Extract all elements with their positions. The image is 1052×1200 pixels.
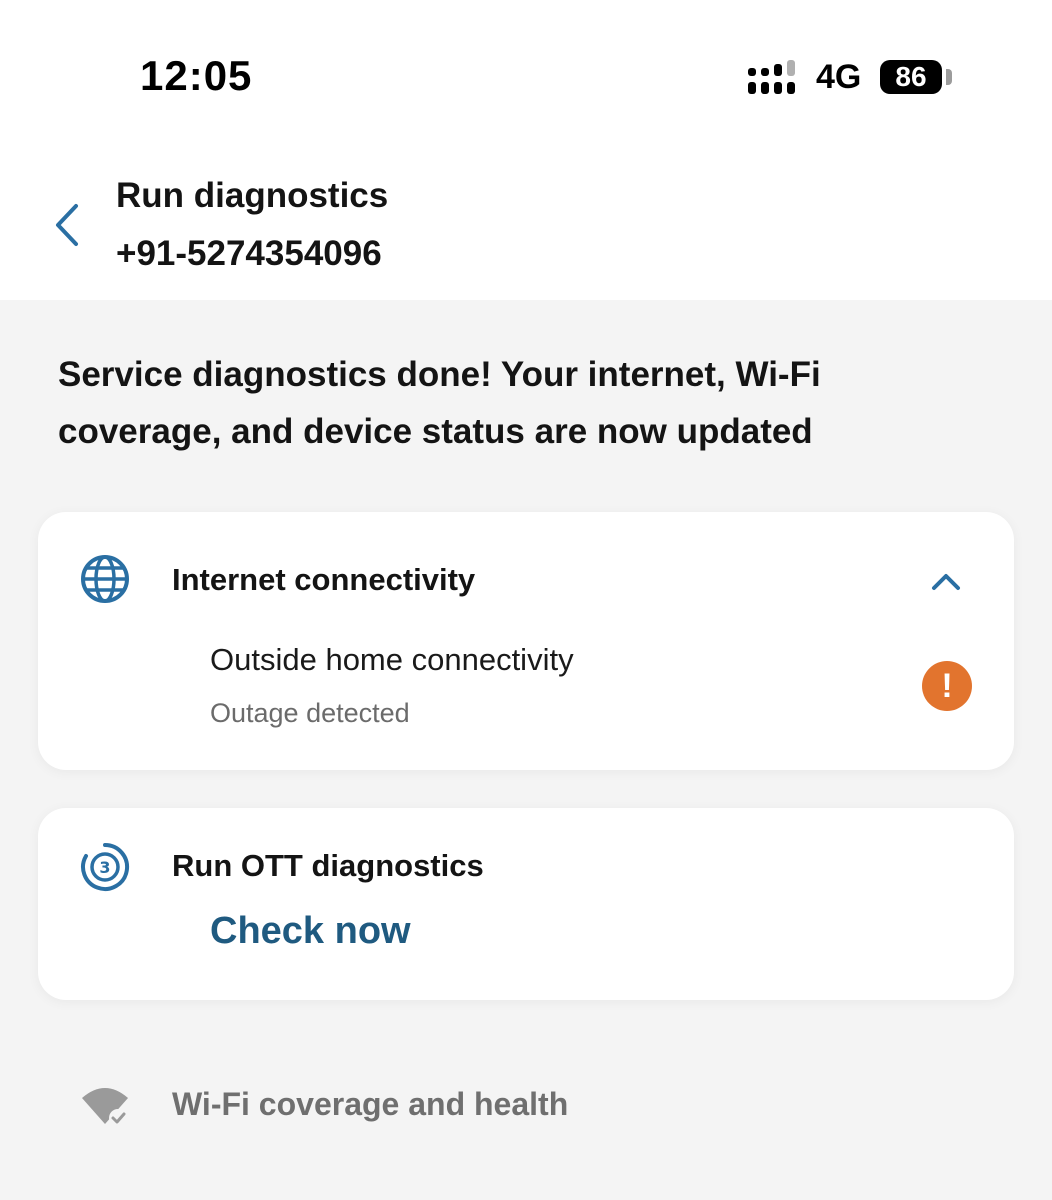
page-title: Run diagnostics bbox=[116, 176, 389, 215]
back-button[interactable] bbox=[48, 198, 88, 252]
chevron-up-icon bbox=[932, 574, 960, 590]
svg-text:3: 3 bbox=[99, 858, 110, 877]
status-time: 12:05 bbox=[140, 52, 253, 99]
ott-diagnostics-title: Run OTT diagnostics bbox=[172, 848, 484, 883]
top-bar: 12:05 4G 86 Run diagnostics +91-52743540… bbox=[0, 0, 1052, 300]
diagnostics-summary: Service diagnostics done! Your internet,… bbox=[58, 355, 821, 451]
battery-level: 86 bbox=[895, 61, 927, 92]
check-now-button[interactable]: Check now bbox=[210, 910, 411, 953]
wifi-coverage-label[interactable]: Wi-Fi coverage and health bbox=[172, 1086, 568, 1123]
wifi-check-icon bbox=[82, 1088, 128, 1127]
network-type: 4G bbox=[816, 58, 862, 96]
internet-connectivity-card: Internet connectivity Outside home conne… bbox=[38, 512, 1014, 770]
battery-cap bbox=[946, 69, 952, 85]
outage-status: Outage detected bbox=[210, 698, 410, 728]
chevron-left-icon bbox=[56, 204, 78, 246]
internet-connectivity-title: Internet connectivity bbox=[172, 562, 476, 597]
phone-number: +91-5274354096 bbox=[116, 234, 382, 273]
exclamation-icon: ! bbox=[922, 661, 972, 711]
outside-home-connectivity-label: Outside home connectivity bbox=[210, 642, 574, 677]
globe-icon bbox=[81, 555, 129, 603]
signal-strength-icon bbox=[748, 60, 795, 94]
battery-indicator: 86 bbox=[880, 60, 942, 94]
ott-diagnostics-card: 3 Run OTT diagnostics Check now bbox=[38, 808, 1014, 1000]
ott-icon: 3 bbox=[81, 843, 130, 891]
collapse-button[interactable] bbox=[926, 566, 966, 598]
